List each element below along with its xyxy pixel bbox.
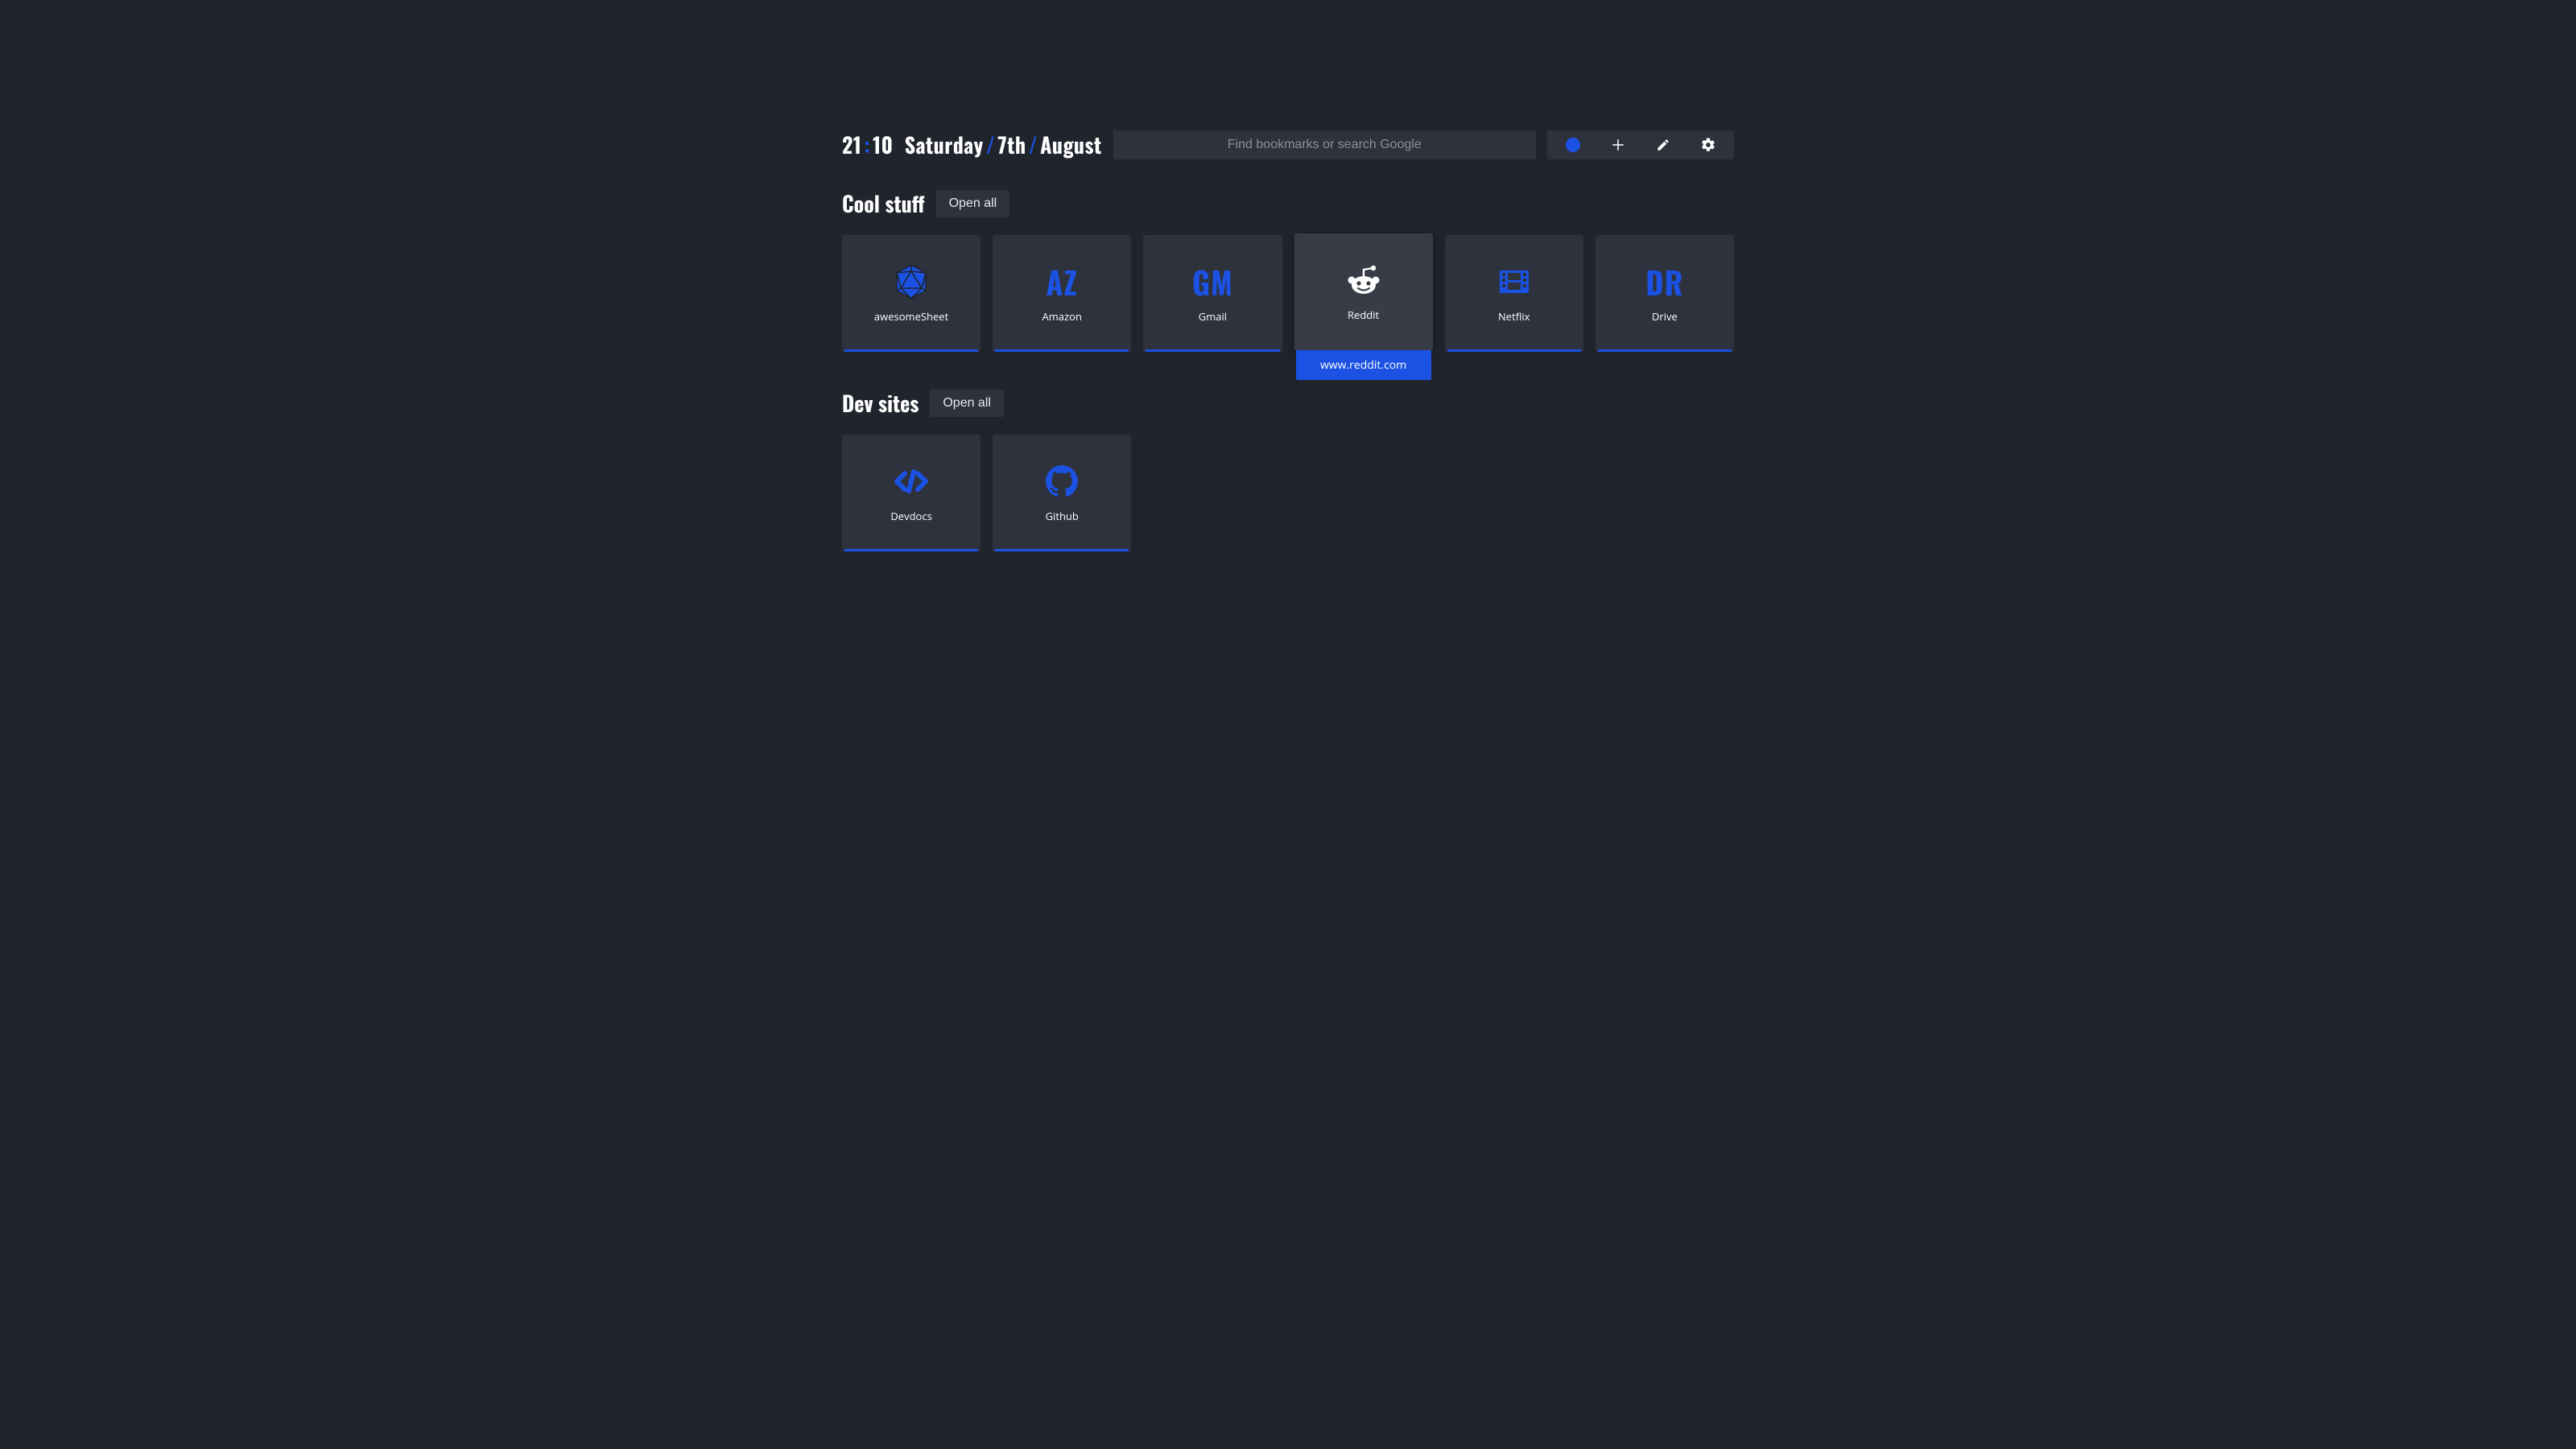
page-container: 21 : 10 Saturday / 7th / August (842, 0, 1734, 551)
open-all-button[interactable]: Open all (936, 190, 1010, 217)
tile-awesomesheet[interactable]: awesomeSheet (842, 235, 980, 352)
tile-label: Drive (1652, 309, 1678, 324)
group-head: Cool stuff Open all (842, 188, 1734, 219)
clock-minutes: 10 (873, 129, 893, 160)
tile-label: Devdocs (890, 509, 931, 523)
tile-letters: AZ (1046, 264, 1078, 299)
tile-amazon[interactable]: AZ Amazon (993, 235, 1131, 352)
clock-hours: 21 (842, 129, 861, 160)
tile-github[interactable]: Github (993, 435, 1131, 551)
d20-icon (895, 264, 927, 299)
clock-display: 21 : 10 Saturday / 7th / August (842, 129, 1102, 160)
tile-letters: DR (1645, 264, 1683, 299)
group-title: Cool stuff (842, 188, 925, 219)
add-button[interactable] (1596, 130, 1641, 159)
tile-label: Gmail (1199, 309, 1227, 324)
tile-letters: GM (1192, 264, 1233, 299)
clock-sep-slash-1: / (984, 129, 997, 160)
tile-label: awesomeSheet (874, 309, 948, 324)
tile-grid: awesomeSheet AZ Amazon GM Gmail (842, 235, 1734, 352)
tile-reddit[interactable]: Reddit (1294, 233, 1433, 350)
plus-icon (1611, 138, 1625, 152)
tile-devdocs[interactable]: Devdocs (842, 435, 980, 551)
clock-spacer (893, 129, 904, 160)
tile-label: Github (1046, 509, 1079, 523)
group-title: Dev sites (842, 387, 919, 419)
code-icon (892, 464, 931, 499)
tile-label: Netflix (1498, 309, 1530, 324)
tile-netflix[interactable]: Netflix (1445, 235, 1583, 352)
tile-label: Reddit (1348, 308, 1379, 322)
github-icon (1046, 464, 1078, 499)
tile-drive[interactable]: DR Drive (1596, 235, 1734, 352)
accent-dot-icon (1566, 138, 1580, 152)
edit-button[interactable] (1641, 130, 1686, 159)
clock-weekday: Saturday (905, 129, 984, 160)
search-input[interactable] (1113, 130, 1536, 159)
open-all-button[interactable]: Open all (930, 390, 1004, 417)
film-icon (1498, 264, 1530, 299)
tile-url-tooltip: www.reddit.com (1296, 350, 1431, 380)
pencil-icon (1656, 138, 1670, 152)
gear-icon (1700, 137, 1716, 153)
tile-grid: Devdocs Github (842, 435, 1734, 551)
accent-button[interactable] (1550, 130, 1596, 159)
settings-button[interactable] (1686, 130, 1731, 159)
header-bar: 21 : 10 Saturday / 7th / August (842, 129, 1734, 160)
tile-gmail[interactable]: GM Gmail (1143, 235, 1282, 352)
clock-month: August (1040, 129, 1102, 160)
clock-day: 7th (997, 129, 1026, 160)
tile-label: Amazon (1042, 309, 1082, 324)
header-toolbar (1547, 130, 1734, 159)
group-dev-sites: Dev sites Open all Devdocs (842, 387, 1734, 551)
clock-sep-slash-2: / (1026, 129, 1040, 160)
group-cool-stuff: Cool stuff Open all (842, 188, 1734, 352)
group-head: Dev sites Open all (842, 387, 1734, 419)
reddit-icon (1347, 262, 1381, 298)
clock-sep-colon: : (861, 129, 873, 160)
